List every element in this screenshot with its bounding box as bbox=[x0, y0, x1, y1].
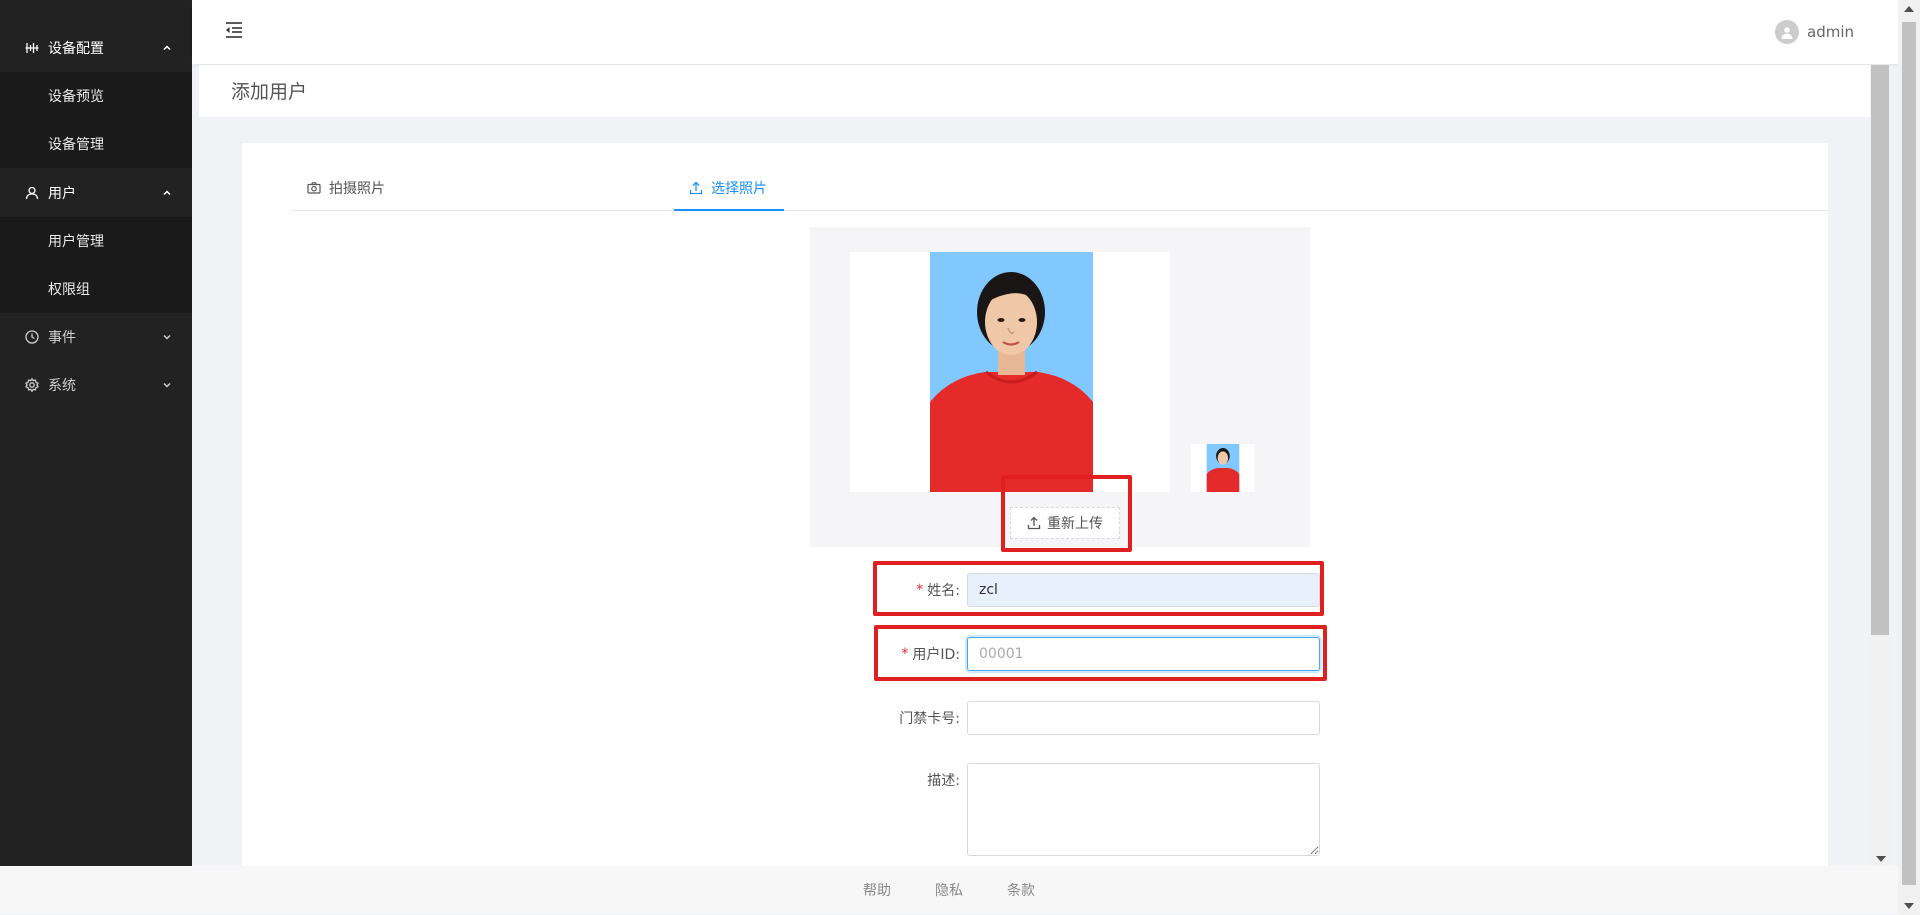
name-input[interactable] bbox=[967, 573, 1320, 607]
sidebar-item-label: 设备管理 bbox=[48, 137, 104, 153]
sidebar-item-device-preview[interactable]: 设备预览 bbox=[0, 72, 192, 120]
user-name: admin bbox=[1807, 23, 1854, 41]
upload-icon bbox=[689, 181, 703, 195]
footer-link-privacy[interactable]: 隐私 bbox=[935, 880, 963, 900]
tab-select-photo-label: 选择照片 bbox=[711, 181, 767, 197]
photo-crop-area[interactable] bbox=[850, 252, 1170, 492]
user-icon bbox=[24, 185, 40, 201]
clock-icon bbox=[24, 329, 40, 345]
page-header: 添加用户 bbox=[199, 65, 1871, 117]
required-mark: * bbox=[901, 646, 909, 662]
form-row-card-no: 门禁卡号: bbox=[802, 701, 1322, 735]
user-id-label: * 用户ID: bbox=[901, 637, 960, 671]
content-scrollbar[interactable] bbox=[1870, 65, 1890, 866]
menu-events[interactable]: 事件 bbox=[0, 313, 192, 361]
menu-group-device-config: 设备配置 设备预览 设备管理 bbox=[0, 24, 192, 168]
required-mark: * bbox=[916, 582, 924, 598]
reupload-button[interactable]: 重新上传 bbox=[1010, 507, 1120, 539]
name-label-text: 姓名: bbox=[927, 583, 960, 599]
content-scrollbar-thumb[interactable] bbox=[1871, 65, 1889, 635]
reupload-button-label: 重新上传 bbox=[1047, 516, 1103, 532]
scroll-up-icon[interactable] bbox=[1904, 6, 1914, 12]
user-menu[interactable]: admin bbox=[1775, 20, 1854, 44]
sidebar-item-permission-group[interactable]: 权限组 bbox=[0, 265, 192, 313]
photo-thumbnail bbox=[1191, 444, 1255, 492]
footer-link-terms[interactable]: 条款 bbox=[1007, 880, 1035, 900]
menu-user[interactable]: 用户 bbox=[0, 169, 192, 217]
sidebar: 设备配置 设备预览 设备管理 用户 用户管理 权限组 事件 系统 bbox=[0, 0, 192, 866]
top-header: admin bbox=[192, 0, 1898, 64]
description-textarea[interactable] bbox=[967, 763, 1320, 856]
description-label: 描述: bbox=[927, 773, 960, 789]
chevron-up-icon bbox=[162, 188, 172, 198]
window-scrollbar[interactable] bbox=[1898, 0, 1920, 915]
content-card: 拍摄照片 选择照片 重新上传 * 姓名: zcl * 用户ID: 00001 门… bbox=[242, 143, 1828, 866]
logo-icon bbox=[22, 0, 56, 6]
window-scrollbar-thumb[interactable] bbox=[1902, 22, 1916, 885]
chevron-down-icon bbox=[162, 332, 172, 342]
menu-group-system: 系统 bbox=[0, 361, 192, 409]
card-no-label: 门禁卡号: bbox=[899, 711, 960, 727]
scroll-down-icon[interactable] bbox=[1904, 903, 1914, 909]
equalizer-icon bbox=[24, 40, 40, 56]
footer: 帮助 隐私 条款 bbox=[0, 866, 1898, 914]
form-row-user-id: * 用户ID: bbox=[802, 637, 1322, 671]
sidebar-item-user-manage[interactable]: 用户管理 bbox=[0, 217, 192, 265]
tab-take-photo[interactable]: 拍摄照片 bbox=[307, 165, 385, 211]
photo-panel: 重新上传 bbox=[810, 227, 1310, 547]
sidebar-item-device-manage[interactable]: 设备管理 bbox=[0, 120, 192, 168]
form-row-name: * 姓名: bbox=[802, 573, 1322, 607]
user-id-input[interactable] bbox=[967, 637, 1320, 671]
tab-take-photo-label: 拍摄照片 bbox=[329, 181, 385, 197]
card-no-input[interactable] bbox=[967, 701, 1320, 735]
gear-icon bbox=[24, 377, 40, 393]
user-avatar-icon bbox=[1775, 20, 1799, 44]
active-tab-indicator bbox=[674, 209, 784, 211]
photo-tabs: 拍摄照片 选择照片 bbox=[291, 165, 1828, 211]
menu-group-events: 事件 bbox=[0, 313, 192, 361]
scroll-down-icon[interactable] bbox=[1876, 856, 1886, 862]
chevron-down-icon bbox=[162, 380, 172, 390]
sidebar-item-label: 权限组 bbox=[48, 282, 90, 298]
user-id-label-text: 用户ID: bbox=[912, 647, 960, 663]
menu-events-label: 事件 bbox=[48, 330, 76, 346]
chevron-up-icon bbox=[162, 43, 172, 53]
menu-system-label: 系统 bbox=[48, 378, 76, 394]
menu-system[interactable]: 系统 bbox=[0, 361, 192, 409]
menu-user-label: 用户 bbox=[48, 186, 76, 202]
name-label: * 姓名: bbox=[916, 573, 960, 607]
page-title: 添加用户 bbox=[231, 81, 308, 103]
footer-link-help[interactable]: 帮助 bbox=[863, 880, 891, 900]
sidebar-item-label: 设备预览 bbox=[48, 89, 104, 105]
user-photo bbox=[930, 252, 1093, 492]
menu-device-config[interactable]: 设备配置 bbox=[0, 24, 192, 72]
upload-icon bbox=[1027, 516, 1041, 530]
menu-device-config-label: 设备配置 bbox=[48, 41, 104, 57]
form-row-description: 描述: bbox=[802, 763, 1322, 856]
sidebar-item-label: 用户管理 bbox=[48, 234, 104, 250]
tab-select-photo[interactable]: 选择照片 bbox=[689, 165, 767, 211]
menu-fold-icon[interactable] bbox=[224, 20, 244, 40]
camera-icon bbox=[307, 181, 321, 195]
menu-group-user: 用户 用户管理 权限组 bbox=[0, 169, 192, 313]
